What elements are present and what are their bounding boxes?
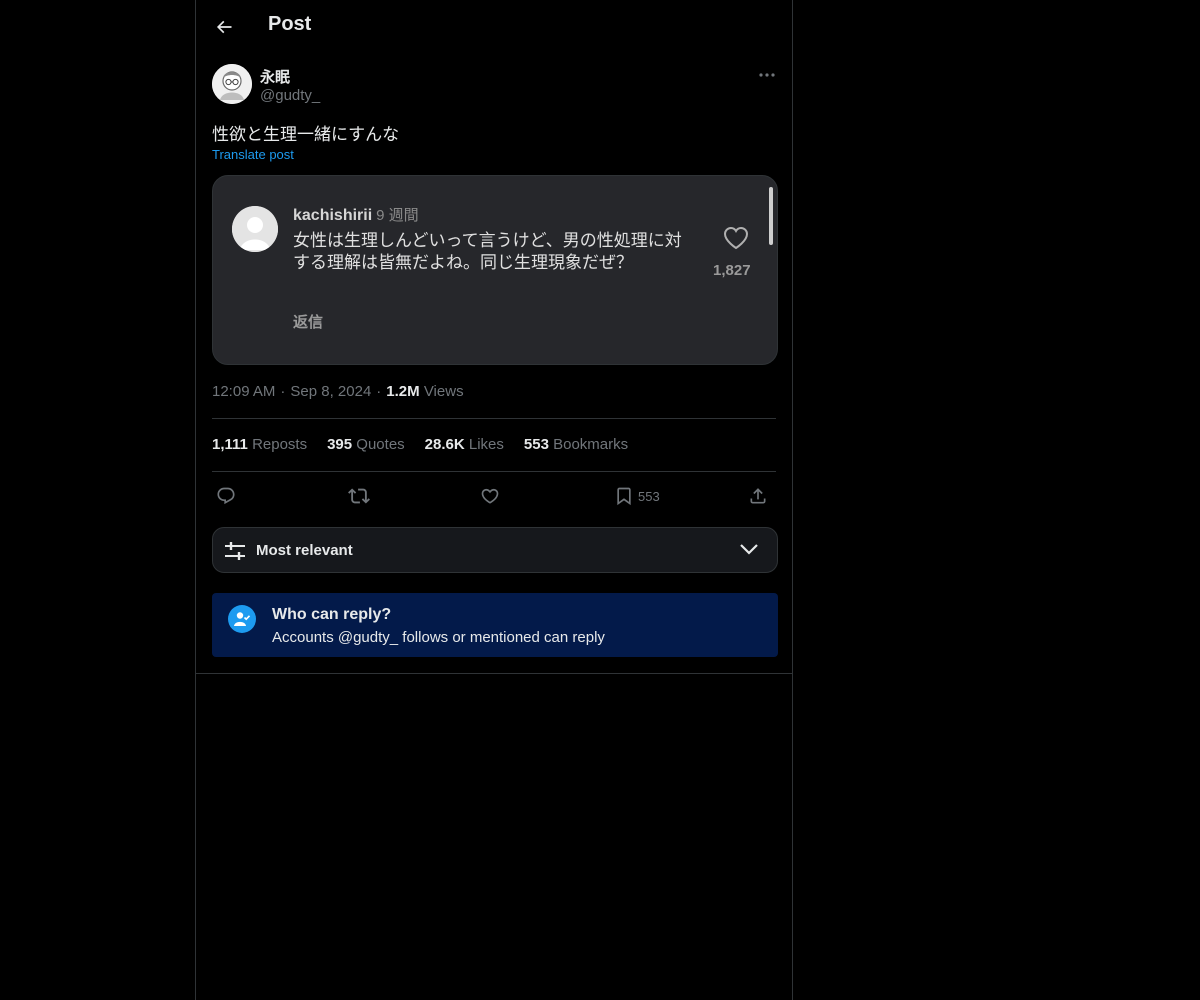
share-icon	[750, 488, 766, 504]
post-media-image[interactable]: kachishirii 9 週間 女性は生理しんどいって言うけど、男の性処理に対す…	[212, 175, 778, 365]
action-bar: 553	[212, 482, 776, 510]
media-comment-avatar	[232, 206, 278, 252]
media-scrollbar	[769, 187, 773, 245]
author-handle[interactable]: @gudty_	[260, 87, 320, 104]
quotes-label: Quotes	[356, 436, 405, 453]
more-dots-icon	[759, 73, 775, 77]
likes-stat[interactable]: 28.6K Likes	[425, 436, 504, 453]
media-like-count: 1,827	[713, 262, 751, 279]
likes-label: Likes	[468, 436, 504, 453]
repost-icon	[348, 488, 370, 504]
sort-replies-dropdown[interactable]: Most relevant	[212, 527, 778, 573]
reposts-count: 1,111	[212, 436, 248, 453]
chevron-down-icon	[740, 544, 758, 555]
separator-dot: ·	[376, 383, 382, 400]
reply-restriction-notice: Who can reply? Accounts @gudty_ follows …	[212, 593, 778, 657]
media-comment-text: 女性は生理しんどいって言うけど、男の性処理に対する理解は皆無だよね。同じ生理現象…	[293, 231, 682, 272]
bookmarks-count: 553	[523, 436, 549, 453]
bookmark-button[interactable]: 553	[614, 482, 660, 510]
repost-button[interactable]	[348, 482, 370, 510]
sort-label: Most relevant	[256, 542, 353, 559]
share-button[interactable]	[748, 482, 768, 510]
views-count: 1.2M	[386, 383, 420, 400]
author-avatar[interactable]	[212, 64, 252, 104]
divider	[212, 471, 776, 472]
avatar-image	[212, 64, 252, 104]
bookmarks-label: Bookmarks	[553, 436, 629, 453]
reposts-label: Reposts	[252, 436, 308, 453]
reply-icon	[217, 487, 235, 505]
reply-button[interactable]	[216, 482, 236, 510]
reply-restriction-title: Who can reply?	[272, 606, 392, 623]
page-header: Post	[196, 0, 792, 54]
quotes-count: 395	[327, 436, 353, 453]
reposts-stat[interactable]: 1,111 Reposts	[212, 436, 307, 453]
divider	[196, 673, 792, 674]
bookmarks-stat[interactable]: 553 Bookmarks	[524, 436, 628, 453]
engagement-stats: 1,111 Reposts 395 Quotes 28.6K Likes 553…	[212, 436, 628, 453]
quotes-stat[interactable]: 395 Quotes	[327, 436, 405, 453]
media-comment-time: 9 週間	[376, 207, 419, 224]
likes-count: 28.6K	[424, 436, 465, 453]
media-comment-username: kachishirii	[293, 207, 373, 224]
reply-restriction-description: Accounts @gudty_ follows or mentioned ca…	[272, 629, 605, 646]
arrow-left-icon	[216, 20, 232, 34]
default-avatar-icon	[232, 206, 278, 252]
post-detail-column: Post 永眠 @gudty_ 性欲と生理一緒にすんな Translate po…	[195, 0, 793, 1000]
post-time[interactable]: 12:09 AM	[212, 383, 275, 400]
page-title: Post	[268, 13, 312, 35]
sliders-icon	[225, 542, 245, 560]
bookmark-count: 553	[638, 488, 660, 504]
back-button[interactable]	[208, 11, 240, 43]
post-meta: 12:09 AM · Sep 8, 2024 · 1.2M Views	[212, 383, 464, 400]
separator-dot: ·	[280, 383, 286, 400]
media-comment-reply-label: 返信	[293, 314, 324, 331]
person-check-icon	[228, 605, 256, 633]
divider	[212, 418, 776, 419]
translate-post-link[interactable]: Translate post	[212, 147, 294, 162]
bookmark-icon	[617, 487, 631, 506]
post-text: 性欲と生理一緒にすんな	[212, 125, 400, 144]
views-label: Views	[423, 383, 464, 400]
like-button[interactable]	[480, 482, 500, 510]
media-heart-icon	[723, 226, 749, 255]
post-date[interactable]: Sep 8, 2024	[290, 383, 371, 400]
author-name[interactable]: 永眠	[260, 66, 290, 87]
more-options-button[interactable]	[756, 66, 778, 84]
like-icon	[481, 488, 499, 504]
media-comment-header: kachishirii 9 週間	[293, 204, 419, 225]
